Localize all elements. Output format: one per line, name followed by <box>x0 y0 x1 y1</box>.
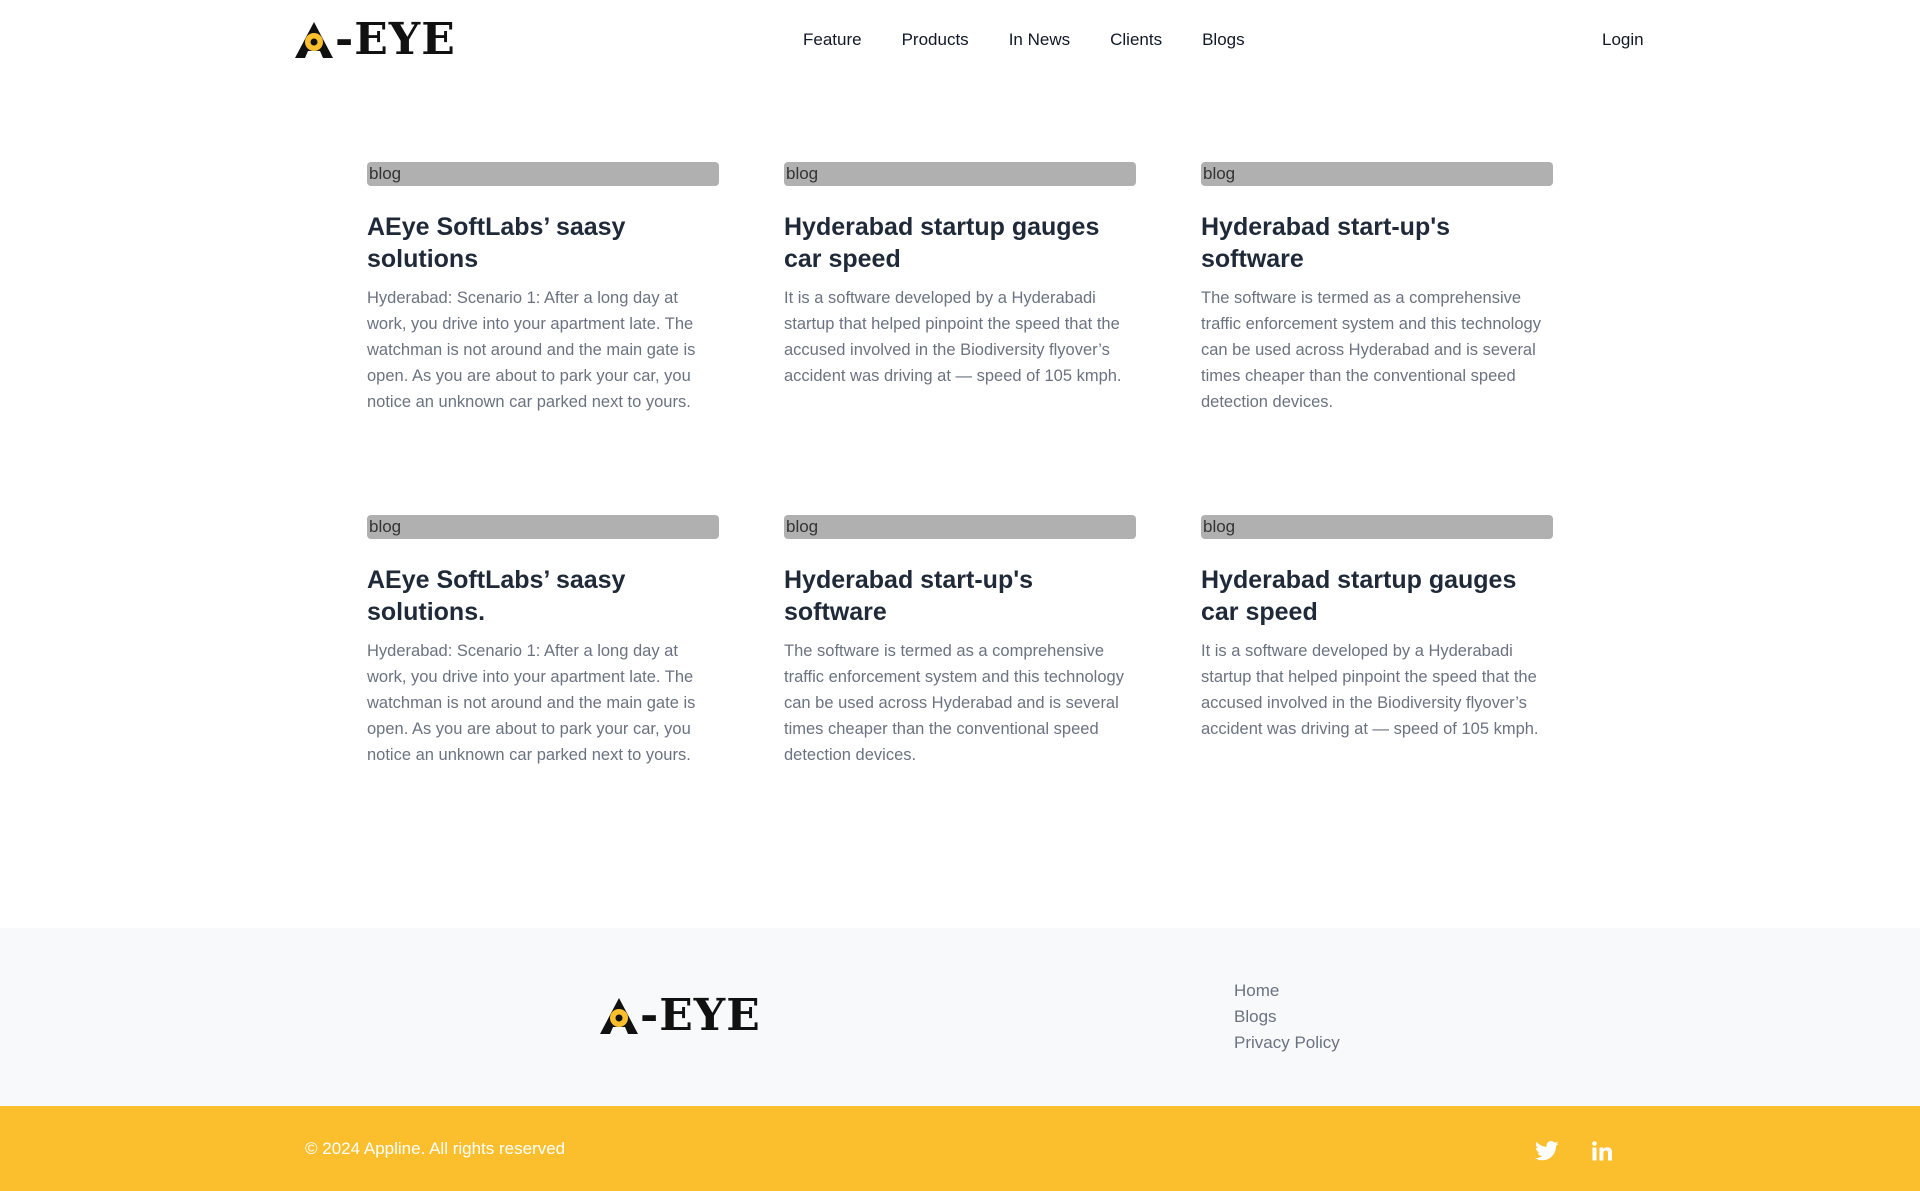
blog-image[interactable]: blog <box>367 162 719 186</box>
blog-image[interactable]: blog <box>784 162 1136 186</box>
nav-item-clients[interactable]: Clients <box>1110 30 1162 50</box>
blog-card[interactable]: blog Hyderabad start-up's software The s… <box>784 515 1136 768</box>
footer-link-privacy-policy[interactable]: Privacy Policy <box>1234 1032 1340 1054</box>
copyright-bar <box>0 1106 1920 1191</box>
blog-card[interactable]: blog Hyderabad start-up's software The s… <box>1201 162 1553 415</box>
blog-card[interactable]: blog Hyderabad startup gauges car speed … <box>1201 515 1553 768</box>
blog-description: Hyderabad: Scenario 1: After a long day … <box>367 642 696 764</box>
blog-description: Hyderabad: Scenario 1: After a long day … <box>367 289 696 411</box>
blog-image[interactable]: blog <box>784 515 1136 539</box>
blog-title[interactable]: AEye SoftLabs’ saasy solutions <box>367 211 719 275</box>
twitter-icon[interactable] <box>1535 1141 1559 1161</box>
logo-text: -EYE <box>640 990 761 1041</box>
main-nav: Feature Products In News Clients Blogs <box>803 30 1245 50</box>
footer-links: Home Blogs Privacy Policy <box>1234 980 1340 1054</box>
blog-card[interactable]: blog AEye SoftLabs’ saasy solutions Hyde… <box>367 162 719 415</box>
site-header: -EYE Feature Products In News Clients Bl… <box>0 0 1920 80</box>
blog-title[interactable]: Hyderabad startup gauges car speed <box>1201 564 1553 628</box>
nav-item-in-news[interactable]: In News <box>1009 30 1070 50</box>
site-footer <box>0 928 1920 1106</box>
logo-text: -EYE <box>335 14 456 65</box>
nav-item-feature[interactable]: Feature <box>803 30 862 50</box>
blog-image[interactable]: blog <box>367 515 719 539</box>
blog-grid: blog AEye SoftLabs’ saasy solutions Hyde… <box>367 162 1553 768</box>
blog-description: The software is termed as a comprehensiv… <box>1201 289 1541 411</box>
logo-eye-icon <box>295 22 333 58</box>
blog-image[interactable]: blog <box>1201 515 1553 539</box>
login-link[interactable]: Login <box>1602 30 1644 50</box>
blog-title[interactable]: Hyderabad start-up's software <box>1201 211 1553 275</box>
blog-title[interactable]: AEye SoftLabs’ saasy solutions. <box>367 564 719 628</box>
blog-description: It is a software developed by a Hyderaba… <box>784 289 1122 385</box>
footer-link-home[interactable]: Home <box>1234 980 1340 1002</box>
blog-description: The software is termed as a comprehensiv… <box>784 642 1124 764</box>
linkedin-icon[interactable] <box>1592 1141 1614 1161</box>
logo-eye-icon <box>600 998 638 1034</box>
site-logo[interactable]: -EYE <box>293 14 456 65</box>
blog-image[interactable]: blog <box>1201 162 1553 186</box>
blog-card[interactable]: blog Hyderabad startup gauges car speed … <box>784 162 1136 415</box>
footer-logo[interactable]: -EYE <box>598 990 761 1041</box>
nav-item-products[interactable]: Products <box>902 30 969 50</box>
blog-description: It is a software developed by a Hyderaba… <box>1201 642 1539 738</box>
blog-title[interactable]: Hyderabad start-up's software <box>784 564 1136 628</box>
copyright-text: © 2024 Appline. All rights reserved <box>305 1139 566 1158</box>
footer-link-blogs[interactable]: Blogs <box>1234 1006 1340 1028</box>
blog-card[interactable]: blog AEye SoftLabs’ saasy solutions. Hyd… <box>367 515 719 768</box>
blog-title[interactable]: Hyderabad startup gauges car speed <box>784 211 1136 275</box>
nav-item-blogs[interactable]: Blogs <box>1202 30 1245 50</box>
